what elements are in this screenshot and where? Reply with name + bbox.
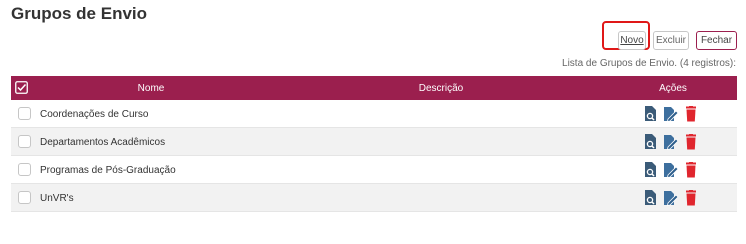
delete-icon[interactable]	[684, 190, 698, 206]
page-title: Grupos de Envio	[11, 4, 148, 23]
new-button-label: Novo	[620, 35, 644, 46]
row-name: Departamentos Acadêmicos	[40, 137, 166, 148]
view-details-icon[interactable]	[644, 134, 658, 150]
column-header-description[interactable]: Descrição	[411, 83, 471, 94]
table-header: Nome Descrição Ações	[11, 76, 737, 100]
table-row: Departamentos Acadêmicos	[11, 128, 737, 156]
row-name: Programas de Pós-Graduação	[40, 165, 176, 176]
row-name: UnVR's	[40, 193, 74, 204]
view-details-icon[interactable]	[644, 190, 658, 206]
new-button[interactable]: Novo	[618, 31, 646, 50]
edit-icon[interactable]	[664, 162, 679, 179]
row-checkbox[interactable]	[18, 191, 31, 204]
edit-icon[interactable]	[664, 134, 679, 151]
column-header-actions: Ações	[659, 83, 687, 94]
list-caption: Lista de Grupos de Envio. (4 registros):	[562, 58, 736, 69]
edit-icon[interactable]	[664, 106, 679, 123]
delete-icon[interactable]	[684, 162, 698, 178]
table-row: UnVR's	[11, 184, 737, 212]
row-checkbox[interactable]	[18, 107, 31, 120]
view-details-icon[interactable]	[644, 162, 658, 178]
column-header-name[interactable]: Nome	[131, 83, 171, 94]
edit-icon[interactable]	[664, 190, 679, 207]
row-name: Coordenações de Curso	[40, 109, 149, 120]
delete-button[interactable]: Excluir	[653, 31, 689, 50]
checkbox-checked-icon	[15, 81, 28, 94]
delete-icon[interactable]	[684, 106, 698, 122]
groups-table: Nome Descrição Ações Coordenações de Cur…	[11, 76, 737, 212]
select-all-checkbox[interactable]	[15, 81, 28, 94]
table-row: Coordenações de Curso	[11, 100, 737, 128]
row-checkbox[interactable]	[18, 135, 31, 148]
view-details-icon[interactable]	[644, 106, 658, 122]
delete-icon[interactable]	[684, 134, 698, 150]
close-button[interactable]: Fechar	[696, 31, 737, 50]
table-row: Programas de Pós-Graduação	[11, 156, 737, 184]
row-checkbox[interactable]	[18, 163, 31, 176]
